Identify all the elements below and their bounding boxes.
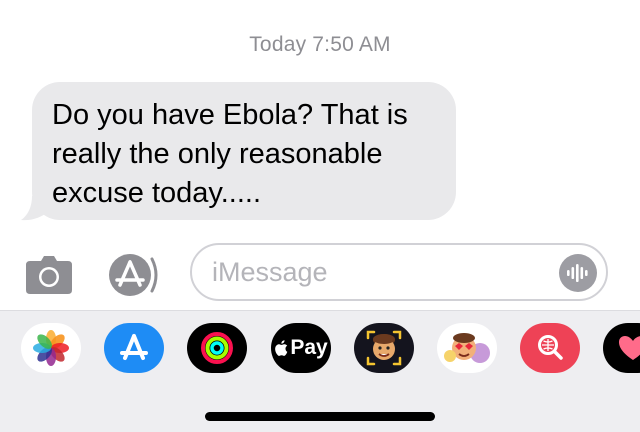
imessage-placeholder: iMessage — [212, 257, 328, 287]
audio-waveform-icon — [567, 264, 588, 282]
image-search-icon — [538, 335, 563, 360]
photos-icon — [33, 330, 69, 366]
activity-rings-icon — [201, 332, 233, 364]
imessage-input[interactable]: iMessage — [190, 243, 608, 301]
home-indicator[interactable] — [205, 412, 435, 421]
digital-touch-app-button[interactable] — [603, 323, 640, 373]
app-store-icon — [109, 254, 158, 296]
apps-button[interactable] — [106, 253, 166, 297]
activity-app-button[interactable] — [187, 323, 247, 373]
message-line: really the only reasonable — [52, 138, 383, 170]
composer-bar: iMessage — [0, 240, 640, 306]
app-drawer: Pay — [0, 310, 640, 432]
audio-message-button[interactable] — [559, 254, 597, 292]
camera-button[interactable] — [25, 255, 73, 295]
app-store-icon — [120, 334, 148, 360]
memoji-icon — [366, 330, 402, 366]
apple-pay-label: Pay — [290, 336, 328, 359]
incoming-message-bubble[interactable]: Do you have Ebola? That is really the on… — [32, 82, 456, 220]
memoji-app-button[interactable] — [354, 323, 414, 373]
memoji-stickers-icon — [444, 333, 490, 363]
message-line: excuse today..... — [52, 177, 262, 209]
message-line: Do you have Ebola? That is — [52, 99, 408, 131]
image-search-app-button[interactable] — [520, 323, 580, 373]
message-timestamp: Today 7:50 AM — [249, 33, 391, 56]
digital-touch-icon — [619, 336, 640, 360]
apple-pay-app-button[interactable]: Pay — [271, 323, 331, 373]
camera-icon — [26, 256, 72, 294]
messages-screen: Today 7:50 AM Do you have Ebola? That is… — [0, 0, 640, 432]
memoji-stickers-app-button[interactable] — [437, 323, 497, 373]
app-store-app-button[interactable] — [104, 323, 164, 373]
photos-app-button[interactable] — [21, 323, 81, 373]
apple-logo-icon — [275, 340, 288, 356]
